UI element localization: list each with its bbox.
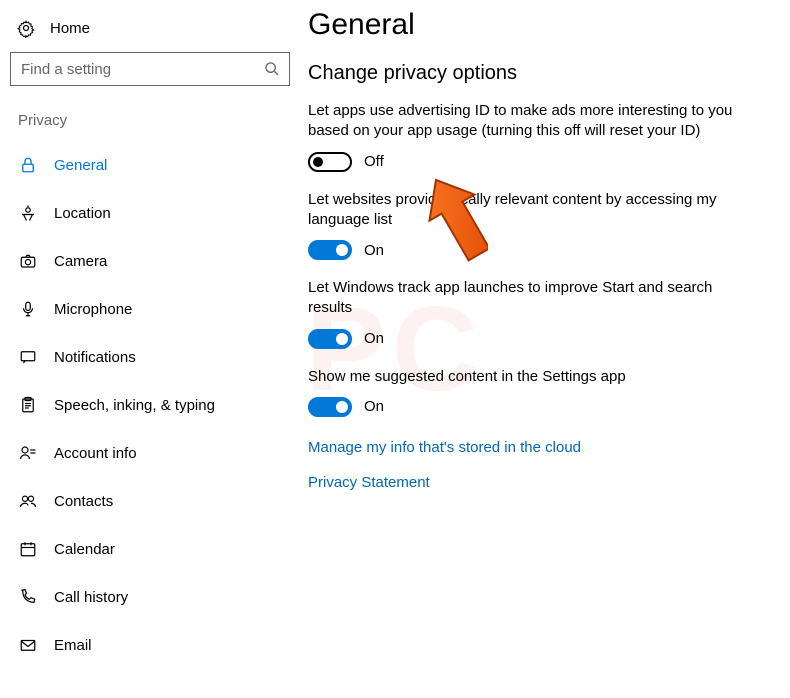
home-button[interactable]: Home <box>0 18 300 52</box>
camera-icon <box>18 251 38 271</box>
sidebar-item-label: Microphone <box>54 301 132 318</box>
option-language-list: Let websites provide locally relevant co… <box>308 190 766 261</box>
sidebar-item-label: Location <box>54 205 111 222</box>
email-icon <box>18 635 38 655</box>
sidebar-item-notifications[interactable]: Notifications <box>0 333 300 381</box>
option-suggested-content: Show me suggested content in the Setting… <box>308 367 766 417</box>
sidebar-item-calendar[interactable]: Calendar <box>0 525 300 573</box>
section-label: Privacy <box>0 102 300 137</box>
option-desc: Show me suggested content in the Setting… <box>308 367 738 387</box>
search-input[interactable] <box>21 61 263 78</box>
option-advertising-id: Let apps use advertising ID to make ads … <box>308 101 766 172</box>
sidebar-item-label: General <box>54 157 107 174</box>
sidebar-item-label: Notifications <box>54 349 136 366</box>
sidebar-item-label: Contacts <box>54 493 113 510</box>
sidebar-item-account[interactable]: Account info <box>0 429 300 477</box>
page-title: General <box>308 8 766 42</box>
sidebar-item-label: Calendar <box>54 541 115 558</box>
sidebar-item-camera[interactable]: Camera <box>0 237 300 285</box>
gear-icon <box>16 18 36 38</box>
clipboard-icon <box>18 395 38 415</box>
subtitle: Change privacy options <box>308 62 766 85</box>
nav-list: General Location Camera <box>0 137 300 669</box>
advertising-id-toggle[interactable] <box>308 152 352 172</box>
search-icon <box>263 60 281 78</box>
home-label: Home <box>50 20 90 37</box>
account-icon <box>18 443 38 463</box>
sidebar-item-label: Camera <box>54 253 107 270</box>
sidebar-item-label: Email <box>54 637 92 654</box>
toggle-state-label: On <box>364 330 384 347</box>
phone-icon <box>18 587 38 607</box>
option-track-launches: Let Windows track app launches to improv… <box>308 278 766 349</box>
sidebar-item-email[interactable]: Email <box>0 621 300 669</box>
sidebar-item-speech[interactable]: Speech, inking, & typing <box>0 381 300 429</box>
suggested-content-toggle[interactable] <box>308 397 352 417</box>
sidebar-item-general[interactable]: General <box>0 141 300 189</box>
calendar-icon <box>18 539 38 559</box>
option-desc: Let apps use advertising ID to make ads … <box>308 101 738 142</box>
microphone-icon <box>18 299 38 319</box>
notifications-icon <box>18 347 38 367</box>
privacy-links: Manage my info that's stored in the clou… <box>308 439 766 491</box>
sidebar: Home Privacy General <box>0 0 300 698</box>
language-list-toggle[interactable] <box>308 240 352 260</box>
main-content: General Change privacy options Let apps … <box>300 0 790 698</box>
sidebar-item-microphone[interactable]: Microphone <box>0 285 300 333</box>
toggle-state-label: Off <box>364 153 384 170</box>
sidebar-item-label: Speech, inking, & typing <box>54 397 215 414</box>
privacy-statement-link[interactable]: Privacy Statement <box>308 474 766 491</box>
sidebar-item-call-history[interactable]: Call history <box>0 573 300 621</box>
sidebar-item-contacts[interactable]: Contacts <box>0 477 300 525</box>
track-launches-toggle[interactable] <box>308 329 352 349</box>
manage-cloud-info-link[interactable]: Manage my info that's stored in the clou… <box>308 439 766 456</box>
location-icon <box>18 203 38 223</box>
option-desc: Let websites provide locally relevant co… <box>308 190 738 231</box>
search-box[interactable] <box>10 52 290 86</box>
sidebar-item-label: Call history <box>54 589 128 606</box>
sidebar-item-label: Account info <box>54 445 137 462</box>
toggle-state-label: On <box>364 398 384 415</box>
lock-icon <box>18 155 38 175</box>
option-desc: Let Windows track app launches to improv… <box>308 278 738 319</box>
sidebar-item-location[interactable]: Location <box>0 189 300 237</box>
toggle-state-label: On <box>364 242 384 259</box>
contacts-icon <box>18 491 38 511</box>
